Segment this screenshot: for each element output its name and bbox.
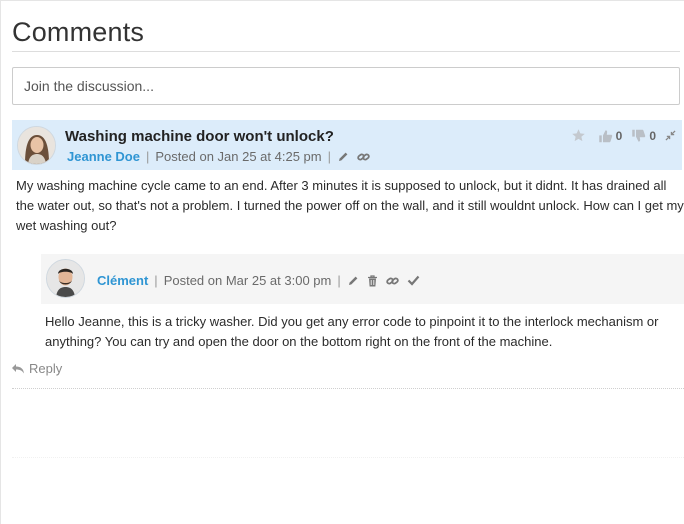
page-title: Comments — [12, 17, 145, 47]
title-divider — [12, 51, 680, 52]
comment-body: My washing machine cycle came to an end.… — [16, 178, 684, 233]
pencil-icon[interactable] — [337, 151, 349, 163]
user-avatar[interactable] — [17, 126, 56, 165]
meta-separator: | — [337, 273, 341, 288]
downvote-count: 0 — [649, 128, 656, 143]
upvote-count: 0 — [615, 128, 623, 143]
link-icon[interactable] — [386, 275, 399, 287]
star-icon[interactable] — [571, 128, 586, 143]
comment-meta: Jeanne Doe | Posted on Jan 25 at 4:25 pm… — [67, 149, 370, 164]
join-discussion-input[interactable] — [24, 78, 668, 94]
meta-separator: | — [327, 149, 331, 164]
thread-divider — [12, 457, 684, 458]
thread-divider — [12, 388, 684, 389]
comments-panel: Comments Washing machine door won't unlo… — [11, 1, 684, 458]
comment-timestamp: Posted on Jan 25 at 4:25 pm — [155, 149, 322, 164]
meta-separator: | — [145, 149, 150, 164]
link-icon[interactable] — [357, 151, 370, 163]
check-icon[interactable] — [407, 275, 420, 286]
vote-controls: 0 0 — [571, 128, 676, 143]
reply-label: Reply — [29, 361, 63, 376]
reply-arrow-icon — [12, 364, 24, 374]
user-avatar[interactable] — [46, 259, 85, 298]
meta-separator: | — [154, 273, 158, 288]
reply-comment: Clément | Posted on Mar 25 at 3:00 pm | — [41, 254, 684, 352]
comment-author-link[interactable]: Jeanne Doe — [67, 149, 140, 164]
reply-timestamp: Posted on Mar 25 at 3:00 pm — [163, 273, 332, 288]
trash-icon[interactable] — [367, 274, 378, 287]
comment-title: Washing machine door won't unlock? — [65, 128, 334, 145]
collapse-icon[interactable] — [665, 130, 676, 141]
reply-meta: Clément | Posted on Mar 25 at 3:00 pm | — [97, 273, 420, 288]
reply-author-link[interactable]: Clément — [97, 273, 148, 288]
pencil-icon[interactable] — [347, 275, 359, 287]
join-discussion-box[interactable] — [12, 67, 680, 105]
reply-button[interactable]: Reply — [11, 361, 91, 376]
comment-thread: Washing machine door won't unlock? Jeann… — [11, 120, 684, 458]
comment-header: Washing machine door won't unlock? Jeann… — [12, 120, 682, 170]
reply-header: Clément | Posted on Mar 25 at 3:00 pm | — [41, 254, 684, 304]
comments-widget: Comments Washing machine door won't unlo… — [0, 0, 684, 524]
thumbs-up-icon[interactable] — [598, 129, 613, 143]
reply-body: Hello Jeanne, this is a tricky washer. D… — [45, 314, 659, 349]
thumbs-down-icon[interactable] — [631, 129, 646, 143]
